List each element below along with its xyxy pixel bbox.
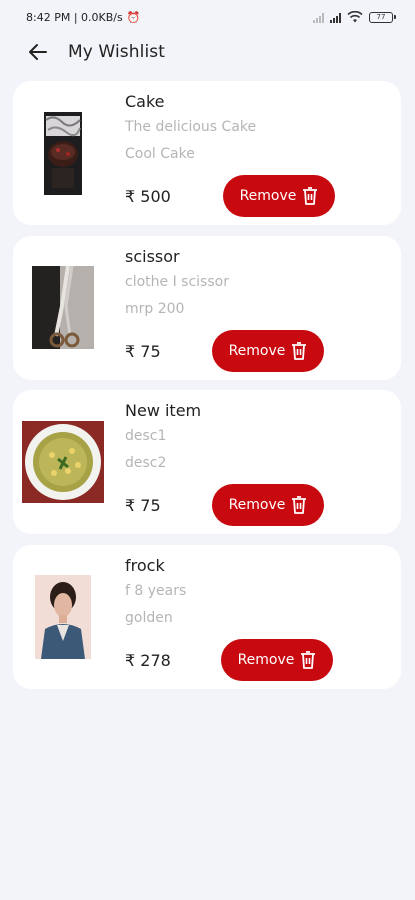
- arrow-left-icon[interactable]: [26, 40, 50, 64]
- wishlist-item[interactable]: scissor clothe I scissor mrp 200 ₹ 75 Re…: [13, 236, 401, 380]
- remove-button-label: Remove: [237, 652, 295, 668]
- wishlist-item[interactable]: New item desc1 desc2 ₹ 75 Remove: [13, 390, 401, 534]
- product-image: [32, 266, 94, 349]
- page-title: My Wishlist: [68, 42, 165, 62]
- remove-button-label: Remove: [239, 188, 297, 204]
- status-bar: 8:42 PM | 0.0KB/s ⏰ 77: [0, 0, 415, 34]
- item-title: scissor: [125, 247, 180, 266]
- alarm-clock-icon: ⏰: [126, 10, 141, 24]
- item-description: f 8 years: [125, 583, 187, 599]
- product-image: [22, 421, 104, 503]
- remove-button-label: Remove: [228, 343, 286, 359]
- remove-button[interactable]: Remove: [212, 330, 324, 372]
- signal-icon: [313, 12, 324, 23]
- item-price: ₹ 75: [125, 496, 161, 515]
- product-image: [44, 112, 82, 195]
- item-subtitle: desc2: [125, 455, 167, 471]
- status-time: 8:42 PM | 0.0KB/s: [26, 10, 123, 24]
- remove-button[interactable]: Remove: [212, 484, 324, 526]
- wifi-icon: [347, 11, 363, 23]
- item-subtitle: Cool Cake: [125, 146, 195, 162]
- battery-icon: 77: [369, 11, 396, 23]
- item-description: clothe I scissor: [125, 274, 229, 290]
- remove-button[interactable]: Remove: [223, 175, 335, 217]
- trash-icon: [302, 186, 318, 206]
- battery-level: 77: [376, 12, 386, 21]
- trash-icon: [291, 341, 307, 361]
- signal-icon: [330, 12, 341, 23]
- trash-icon: [300, 650, 316, 670]
- item-subtitle: mrp 200: [125, 301, 185, 317]
- product-image: [35, 575, 91, 659]
- item-title: Cake: [125, 92, 165, 111]
- item-description: The delicious Cake: [125, 119, 257, 135]
- item-description: desc1: [125, 428, 167, 444]
- status-right: 77: [313, 11, 396, 23]
- status-left: 8:42 PM | 0.0KB/s ⏰: [26, 11, 140, 24]
- trash-icon: [291, 495, 307, 515]
- wishlist-item[interactable]: Cake The delicious Cake Cool Cake ₹ 500 …: [13, 81, 401, 225]
- wishlist-item[interactable]: frock f 8 years golden ₹ 278 Remove: [13, 545, 401, 689]
- item-price: ₹ 500: [125, 187, 171, 206]
- remove-button[interactable]: Remove: [221, 639, 333, 681]
- item-subtitle: golden: [125, 610, 173, 626]
- item-price: ₹ 278: [125, 651, 171, 670]
- item-price: ₹ 75: [125, 342, 161, 361]
- remove-button-label: Remove: [228, 497, 286, 513]
- item-title: frock: [125, 556, 165, 575]
- item-title: New item: [125, 401, 202, 420]
- app-bar: My Wishlist: [0, 34, 415, 70]
